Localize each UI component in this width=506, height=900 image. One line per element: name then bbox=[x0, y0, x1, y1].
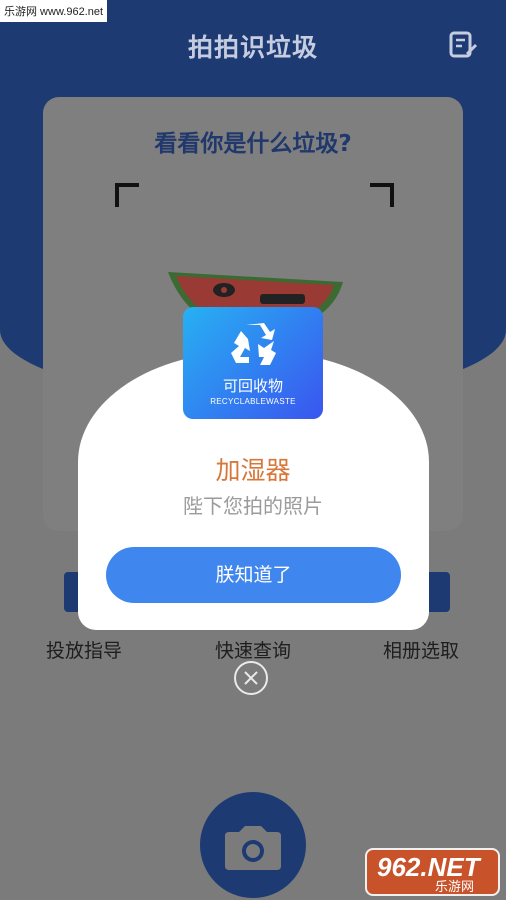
recycle-icon bbox=[231, 323, 276, 365]
close-icon[interactable] bbox=[234, 661, 268, 695]
scan-title: 看看你是什么垃圾? bbox=[154, 131, 352, 157]
close-x-glyph bbox=[244, 671, 258, 685]
site-logo: 962.NET 乐游网 bbox=[365, 848, 500, 896]
nav-guide-label[interactable]: 投放指导 bbox=[46, 636, 122, 663]
page-title: 拍拍识垃圾 bbox=[187, 33, 318, 62]
nav-album-label[interactable]: 相册选取 bbox=[383, 636, 459, 663]
logo-subtext: 乐游网 bbox=[435, 880, 475, 895]
watermark: 乐游网 www.962.net bbox=[0, 0, 108, 22]
scan-frame-corner bbox=[115, 183, 139, 207]
item-name: 加湿器 bbox=[215, 456, 291, 485]
camera-button[interactable] bbox=[200, 792, 306, 898]
category-badge: 可回收物 RECYCLABLEWASTE bbox=[183, 307, 323, 419]
note-edit-icon[interactable] bbox=[448, 30, 478, 60]
result-subtitle: 陛下您拍的照片 bbox=[183, 494, 323, 518]
confirm-button[interactable]: 朕知道了 bbox=[106, 547, 401, 603]
camera-icon bbox=[225, 826, 281, 870]
scan-frame-corner bbox=[370, 183, 394, 207]
category-label: 可回收物 bbox=[222, 377, 283, 395]
category-english-label: RECYCLABLEWASTE bbox=[210, 397, 296, 406]
nav-search-label[interactable]: 快速查询 bbox=[215, 636, 291, 663]
